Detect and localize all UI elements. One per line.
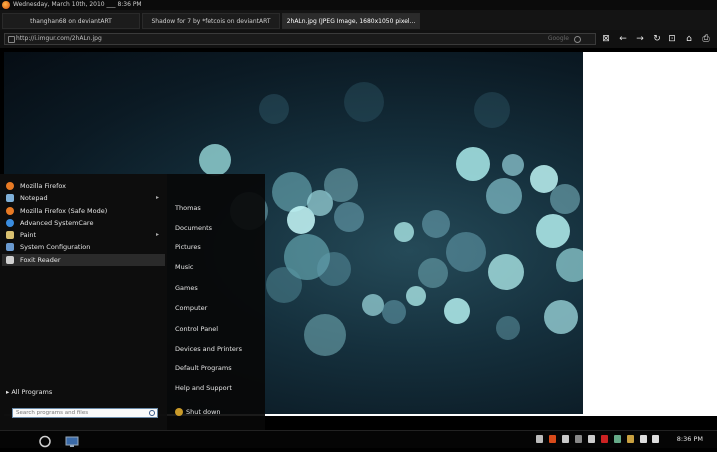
bokeh-light (304, 314, 346, 356)
start-orb-icon (39, 435, 51, 448)
security-icon[interactable] (601, 435, 608, 443)
place-documents[interactable]: Documents (175, 224, 212, 232)
bokeh-light (444, 298, 470, 324)
search-icon[interactable] (574, 36, 581, 43)
bokeh-light (317, 252, 351, 286)
network-icon[interactable] (640, 435, 647, 443)
notepad-icon (6, 194, 14, 202)
bokeh-light (394, 222, 414, 242)
place-computer[interactable]: Computer (175, 304, 207, 312)
bokeh-light (362, 294, 384, 316)
start-button[interactable] (37, 433, 53, 448)
navigation-bar: http://i.imgur.com/2hALn.jpg Google ⊠ ← … (0, 30, 717, 48)
print-icon[interactable]: ⎙ (700, 33, 712, 45)
flame-icon[interactable] (549, 435, 556, 443)
tray-app-icon[interactable] (627, 435, 634, 443)
all-programs-label: All Programs (11, 388, 53, 396)
bokeh-light (266, 267, 302, 303)
place-default-programs[interactable]: Default Programs (175, 364, 232, 372)
tray-app-icon[interactable] (562, 435, 569, 443)
bokeh-light (324, 168, 358, 202)
program-paint[interactable]: Paint ▸ (2, 229, 165, 241)
bokeh-light (536, 214, 570, 248)
bokeh-light (496, 316, 520, 340)
paint-icon (6, 231, 14, 239)
program-mozilla-firefox[interactable]: Mozilla Firefox (2, 180, 165, 192)
site-identity-icon[interactable] (8, 36, 15, 43)
taskbar-monitor-button[interactable] (64, 433, 80, 447)
new-tab-icon[interactable]: ⊡ (666, 33, 678, 45)
program-system-configuration[interactable]: System Configuration (2, 241, 165, 253)
foxit-icon (6, 256, 14, 264)
bokeh-light (199, 144, 231, 176)
firefox-icon (6, 182, 14, 190)
shield-icon (175, 408, 183, 416)
bokeh-light (488, 254, 524, 290)
forward-icon[interactable]: → (634, 33, 646, 45)
back-icon[interactable]: ← (617, 33, 629, 45)
volume-icon[interactable] (652, 435, 659, 443)
date-time-text: Wednesday, March 10th, 2010 ___ 8:36 PM (13, 1, 142, 8)
sysconfig-icon (6, 243, 14, 251)
bokeh-light (456, 147, 490, 181)
search-icon[interactable] (149, 410, 155, 416)
search-placeholder: Search programs and files (16, 410, 89, 416)
tab-jpeg-image[interactable]: 2hALn.jpg (JPEG Image, 1680x1050 pixel..… (282, 13, 420, 29)
bokeh-light (382, 300, 406, 324)
bokeh-light (446, 232, 486, 272)
all-programs-button[interactable]: ▸ All Programs (6, 388, 52, 396)
place-thomas[interactable]: Thomas (175, 204, 201, 212)
program-notepad[interactable]: Notepad ▸ (2, 192, 165, 204)
bokeh-light (550, 184, 580, 214)
bokeh-light (334, 202, 364, 232)
firefox-menu-icon[interactable] (2, 1, 10, 9)
bokeh-light (259, 94, 289, 124)
taskbar-clock[interactable]: 8:36 PM (677, 431, 703, 448)
bokeh-light (422, 210, 450, 238)
start-menu-programs-panel: Mozilla Firefox Notepad ▸ Mozilla Firefo… (0, 174, 167, 430)
bokeh-light (474, 92, 510, 128)
start-search-input[interactable]: Search programs and files (12, 408, 158, 418)
place-music[interactable]: Music (175, 263, 194, 271)
reload-icon[interactable]: ↻ (651, 33, 663, 45)
place-pictures[interactable]: Pictures (175, 243, 201, 251)
tray-app-icon[interactable] (575, 435, 582, 443)
systemcare-icon (6, 219, 14, 227)
monitor-icon (65, 436, 79, 447)
taskbar: 8:36 PM (0, 430, 717, 448)
url-bar[interactable]: http://i.imgur.com/2hALn.jpg Google (4, 33, 596, 45)
tab-deviantart-profile[interactable]: thanghan68 on deviantART (2, 13, 140, 29)
program-advanced-systemcare[interactable]: Advanced SystemCare (2, 217, 165, 229)
submenu-arrow-icon[interactable]: ▸ (156, 192, 159, 204)
place-games[interactable]: Games (175, 284, 198, 292)
tab-shadow-for-7[interactable]: Shadow for 7 by *fetcois on deviantART (142, 13, 280, 29)
bokeh-light (486, 178, 522, 214)
submenu-arrow-icon[interactable]: ▸ (156, 229, 159, 241)
start-menu: Mozilla Firefox Notepad ▸ Mozilla Firefo… (0, 174, 265, 430)
flag-icon[interactable] (536, 435, 543, 443)
bokeh-light (344, 82, 384, 122)
bokeh-light (406, 286, 426, 306)
program-firefox-safe-mode[interactable]: Mozilla Firefox (Safe Mode) (2, 205, 165, 217)
place-help-and-support[interactable]: Help and Support (175, 384, 232, 392)
place-control-panel[interactable]: Control Panel (175, 325, 218, 333)
bokeh-light (544, 300, 578, 334)
search-engine-label[interactable]: Google (548, 34, 569, 44)
title-bar: Wednesday, March 10th, 2010 ___ 8:36 PM (0, 0, 717, 10)
bokeh-light (556, 248, 583, 282)
stop-icon[interactable]: ⊠ (600, 33, 612, 45)
place-devices-and-printers[interactable]: Devices and Printers (175, 345, 242, 353)
bokeh-light (418, 258, 448, 288)
tab-strip: thanghan68 on deviantART Shadow for 7 by… (0, 10, 717, 30)
firefox-safe-icon (6, 207, 14, 215)
program-foxit-reader[interactable]: Foxit Reader (2, 254, 165, 266)
tray-app-icon[interactable] (588, 435, 595, 443)
bokeh-light (502, 154, 524, 176)
tray-app-icon[interactable] (614, 435, 621, 443)
url-text[interactable]: http://i.imgur.com/2hALn.jpg (16, 34, 102, 44)
home-icon[interactable]: ⌂ (683, 33, 695, 45)
